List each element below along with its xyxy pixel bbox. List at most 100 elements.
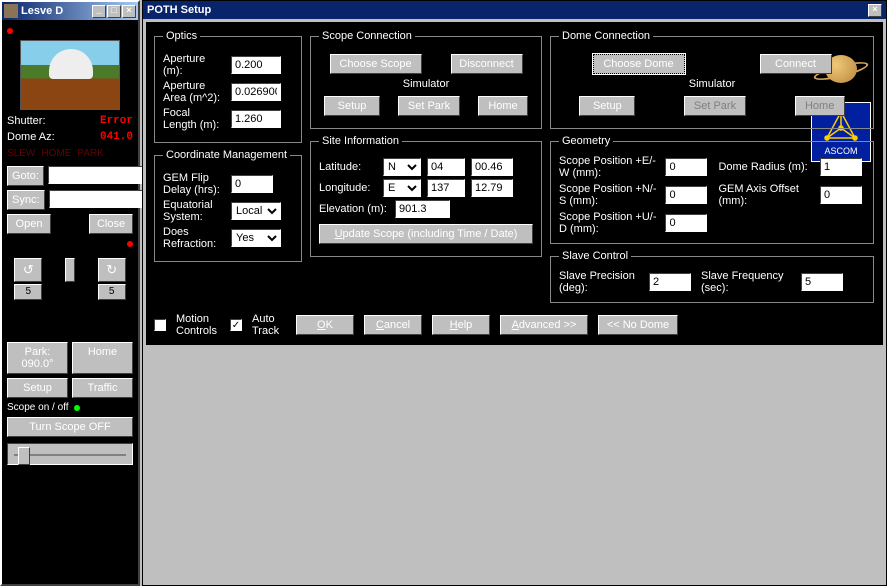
disconnect-scope-button[interactable]: Disconnect (451, 54, 523, 74)
auto-track-checkbox[interactable] (230, 319, 242, 331)
motion-controls-label: Motion Controls (176, 313, 220, 337)
scope-home-button[interactable]: Home (478, 96, 528, 116)
aperture-label: Aperture (m): (163, 53, 225, 77)
dome-setup-button[interactable]: Setup (579, 96, 635, 116)
scope-ew-label: Scope Position +E/-W (mm): (559, 155, 657, 179)
dome-setpark-button[interactable]: Set Park (684, 96, 746, 116)
settings-panel: ASCOM Optics Aperture (m): Aperture Area… (146, 22, 883, 345)
aperture-input[interactable] (231, 56, 281, 74)
lesve-titlebar[interactable]: Lesve D _ □ × (2, 2, 138, 20)
no-dome-button[interactable]: << No Dome (598, 315, 678, 335)
scope-setup-button[interactable]: Setup (324, 96, 380, 116)
speed-slider[interactable] (7, 443, 133, 465)
app-icon (4, 4, 18, 18)
scope-ud-label: Scope Position +U/-D (mm): (559, 211, 657, 235)
rotate-cw-button[interactable]: ↻ (98, 258, 126, 282)
minimize-button[interactable]: _ (92, 5, 106, 18)
help-button[interactable]: Help (432, 315, 490, 335)
latitude-min-input[interactable] (471, 158, 513, 176)
slave-frequency-label: Slave Frequency (sec): (701, 270, 791, 294)
update-scope-button[interactable]: UUpdate Scope (including Time / Date)pda… (319, 224, 533, 244)
park-button[interactable]: Park: 090.0° (7, 342, 68, 374)
advanced-button[interactable]: Advanced >> (500, 315, 588, 335)
choose-dome-button[interactable]: Choose Dome (593, 54, 685, 74)
latitude-label: Latitude: (319, 161, 377, 173)
latitude-deg-input[interactable] (427, 158, 465, 176)
scope-on-off-label: Scope on / off (7, 402, 69, 413)
elevation-input[interactable] (395, 200, 450, 218)
coord-mgmt-group: Coordinate Management GEM Flip Delay (hr… (154, 149, 302, 262)
refraction-select[interactable]: Yes (231, 229, 281, 247)
site-info-group: Site Information Latitude: N Longitude: … (310, 135, 542, 257)
slave-precision-input[interactable] (649, 273, 691, 291)
rotate-ccw-button[interactable]: ↺ (14, 258, 42, 282)
lesve-dome-window: Lesve D _ □ × Shutter: Error Dome Az: 04… (0, 0, 140, 586)
home-button[interactable]: Home (72, 342, 133, 374)
poth-close-button[interactable]: × (868, 4, 882, 17)
scope-ns-input[interactable] (665, 186, 707, 204)
lesve-title: Lesve D (21, 5, 63, 17)
rotate-cw-value[interactable]: 5 (98, 284, 126, 300)
dome-home-button[interactable]: Home (795, 96, 845, 116)
connect-dome-button[interactable]: Connect (760, 54, 832, 74)
longitude-dir-select[interactable]: E (383, 179, 421, 197)
eq-system-label: Equatorial System: (163, 199, 225, 223)
geometry-group: Geometry Scope Position +E/-W (mm): Dome… (550, 135, 874, 244)
goto-button[interactable]: Goto: (7, 166, 44, 186)
scope-status-dot (74, 405, 80, 411)
shutter-value: Error (100, 115, 133, 127)
slave-precision-label: Slave Precision (deg): (559, 270, 639, 294)
optics-group: Optics Aperture (m): Aperture Area (m^2)… (154, 30, 302, 143)
cancel-button[interactable]: Cancel (364, 315, 422, 335)
ok-button[interactable]: OK (296, 315, 354, 335)
aperture-area-label: Aperture Area (m^2): (163, 80, 225, 104)
motion-controls-checkbox[interactable] (154, 319, 166, 331)
scope-ud-input[interactable] (665, 214, 707, 232)
slave-control-group: Slave Control Slave Precision (deg): Sla… (550, 250, 874, 303)
eq-system-select[interactable]: Local (231, 202, 281, 220)
status-dot-red (7, 28, 13, 34)
latitude-dir-select[interactable]: N (383, 158, 421, 176)
rotate-ccw-value[interactable]: 5 (14, 284, 42, 300)
open-button[interactable]: Open (7, 214, 51, 234)
elevation-label: Elevation (m): (319, 203, 389, 215)
close-shutter-button[interactable]: Close (89, 214, 133, 234)
gem-axis-label: GEM Axis Offset (mm): (718, 183, 812, 207)
dome-az-label: Dome Az: (7, 131, 55, 143)
close-button[interactable]: × (122, 5, 136, 18)
traffic-button[interactable]: Traffic (72, 378, 133, 398)
maximize-button[interactable]: □ (107, 5, 121, 18)
shutter-label: Shutter: (7, 115, 46, 127)
scope-setpark-button[interactable]: Set Park (398, 96, 460, 116)
aperture-area-input[interactable] (231, 83, 281, 101)
poth-title: POTH Setup (147, 4, 211, 16)
setup-button[interactable]: Setup (7, 378, 68, 398)
gem-flip-label: GEM Flip Delay (hrs): (163, 172, 225, 196)
dome-image (20, 40, 120, 110)
slave-frequency-input[interactable] (801, 273, 843, 291)
dome-radius-label: Dome Radius (m): (718, 161, 812, 173)
dome-radius-input[interactable] (820, 158, 862, 176)
turn-scope-off-button[interactable]: Turn Scope OFF (7, 417, 133, 437)
gem-flip-input[interactable] (231, 175, 273, 193)
poth-setup-window: POTH Setup × ASCOM Optics Aperture (m): … (142, 0, 887, 586)
sync-button[interactable]: Sync: (7, 190, 45, 210)
scope-ew-input[interactable] (665, 158, 707, 176)
dome-simulator-label: Simulator (559, 78, 865, 90)
dome-connection-group: Dome Connection Choose Dome Connect Simu… (550, 30, 874, 129)
gem-axis-input[interactable] (820, 186, 862, 204)
dome-az-value: 041.0 (100, 131, 133, 143)
status-dot-red-2 (127, 241, 133, 247)
focal-length-label: Focal Length (m): (163, 107, 225, 131)
longitude-min-input[interactable] (471, 179, 513, 197)
refraction-label: Does Refraction: (163, 226, 225, 250)
stop-button[interactable] (65, 258, 75, 282)
bottom-bar: Motion Controls Auto Track OK Cancel Hel… (154, 311, 887, 337)
focal-length-input[interactable] (231, 110, 281, 128)
mode-indicators: SLEWHOMEPARK (7, 145, 133, 162)
scope-simulator-label: Simulator (319, 78, 533, 90)
scope-ns-label: Scope Position +N/-S (mm): (559, 183, 657, 207)
poth-titlebar[interactable]: POTH Setup × (143, 1, 886, 19)
longitude-deg-input[interactable] (427, 179, 465, 197)
choose-scope-button[interactable]: Choose Scope (330, 54, 422, 74)
